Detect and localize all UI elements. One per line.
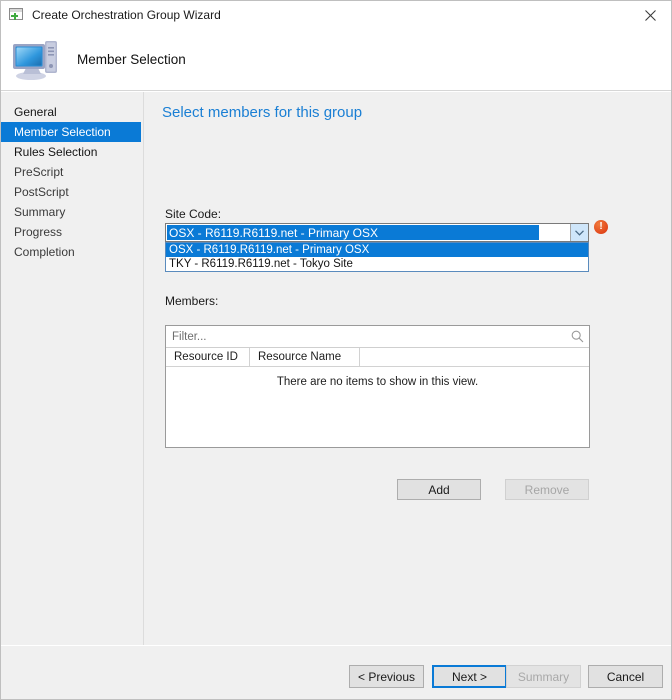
- add-button[interactable]: Add: [397, 479, 481, 500]
- sidebar-item-rules-selection[interactable]: Rules Selection: [1, 142, 143, 162]
- sidebar-item-member-selection[interactable]: Member Selection: [1, 122, 141, 142]
- content-heading: Select members for this group: [162, 104, 363, 121]
- search-icon[interactable]: [565, 330, 589, 343]
- wizard-window: Create Orchestration Group Wizard Member…: [0, 0, 672, 700]
- page-title: Member Selection: [77, 52, 186, 67]
- computer-icon: [11, 38, 59, 82]
- window-title: Create Orchestration Group Wizard: [32, 8, 221, 22]
- wizard-footer: < Previous Next > Summary Cancel: [1, 645, 671, 699]
- sidebar-item-summary[interactable]: Summary: [1, 202, 143, 222]
- cancel-button[interactable]: Cancel: [588, 665, 663, 688]
- dropdown-option-osx[interactable]: OSX - R6119.R6119.net - Primary OSX: [166, 243, 588, 257]
- column-header-resource-id[interactable]: Resource ID: [166, 348, 250, 366]
- error-exclamation-icon[interactable]: !: [594, 220, 608, 234]
- filter-input[interactable]: [166, 329, 565, 344]
- sidebar-item-completion[interactable]: Completion: [1, 242, 143, 262]
- wizard-content-pane: Select members for this group Site Code:…: [145, 92, 671, 645]
- wizard-header: Member Selection: [1, 29, 671, 91]
- wizard-body: General Member Selection Rules Selection…: [1, 92, 671, 645]
- site-code-selected-value: OSX - R6119.R6119.net - Primary OSX: [167, 225, 539, 240]
- sidebar-item-postscript[interactable]: PostScript: [1, 182, 143, 202]
- remove-button: Remove: [505, 479, 589, 500]
- site-code-label: Site Code:: [165, 207, 222, 221]
- previous-button[interactable]: < Previous: [349, 665, 424, 688]
- members-panel: Resource ID Resource Name There are no i…: [165, 325, 590, 448]
- dropdown-option-tky[interactable]: TKY - R6119.R6119.net - Tokyo Site: [166, 257, 588, 271]
- title-bar: Create Orchestration Group Wizard: [1, 1, 671, 29]
- members-label: Members:: [165, 294, 219, 308]
- sidebar-item-progress[interactable]: Progress: [1, 222, 143, 242]
- empty-list-message: There are no items to show in this view.: [276, 376, 479, 388]
- site-code-combobox[interactable]: OSX - R6119.R6119.net - Primary OSX: [165, 223, 589, 242]
- close-icon[interactable]: [627, 1, 671, 29]
- next-button[interactable]: Next >: [432, 665, 507, 688]
- error-badge-glyph: !: [599, 221, 603, 232]
- column-header-resource-name[interactable]: Resource Name: [250, 348, 360, 366]
- sidebar-item-prescript[interactable]: PreScript: [1, 162, 143, 182]
- members-table-header: Resource ID Resource Name: [166, 348, 589, 367]
- wizard-window-icon: [9, 7, 25, 23]
- chevron-down-icon[interactable]: [570, 224, 588, 241]
- summary-button: Summary: [506, 665, 581, 688]
- sidebar-item-general[interactable]: General: [1, 102, 143, 122]
- wizard-steps-sidebar: General Member Selection Rules Selection…: [1, 92, 144, 645]
- filter-row: [166, 326, 589, 348]
- site-code-dropdown-list[interactable]: OSX - R6119.R6119.net - Primary OSX TKY …: [165, 242, 589, 272]
